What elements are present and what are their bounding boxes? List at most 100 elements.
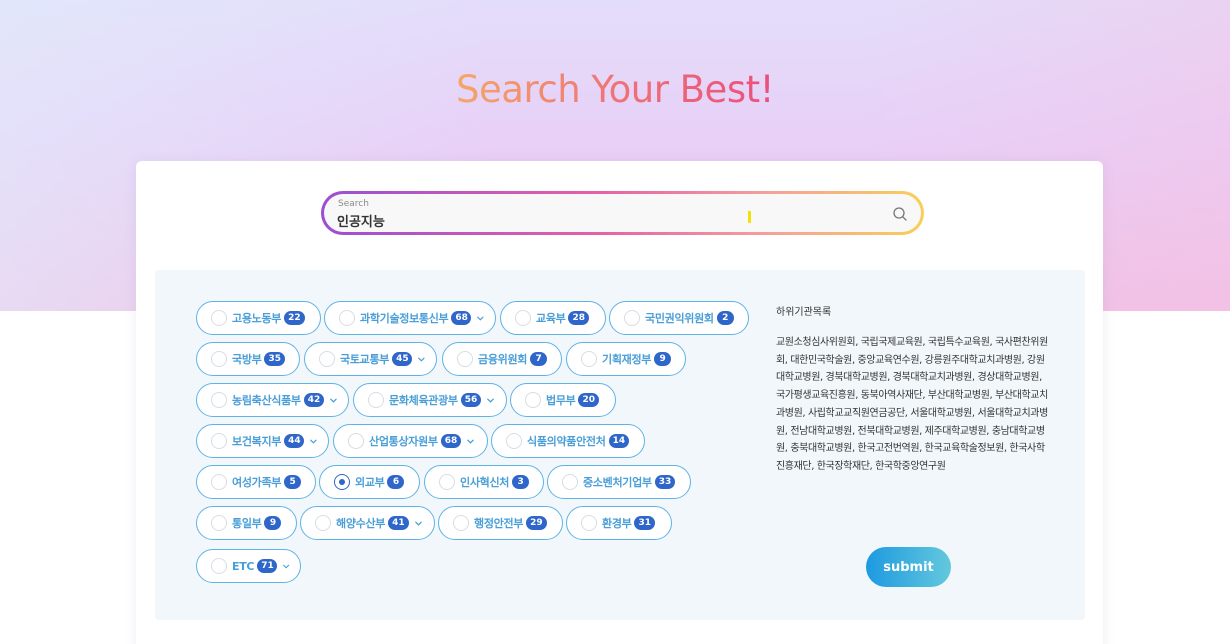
ministry-chip[interactable]: 국민권익위원회 2 [609,301,749,335]
chevron-down-icon[interactable] [329,396,338,405]
count-badge: 14 [608,434,630,448]
ministry-chip[interactable]: 통일부 9 [196,506,297,540]
search-icon[interactable] [892,206,908,222]
ministry-label: 환경부 [602,517,632,530]
ministry-radio[interactable] [562,474,578,490]
count-badge: 41 [388,516,409,530]
count-badge: 22 [284,311,305,325]
chevron-down-icon[interactable] [417,355,426,364]
count-badge: 68 [440,434,462,448]
chevron-down-icon[interactable] [414,519,423,528]
count-badge: 44 [284,434,305,448]
ministry-label: 외교부 [355,476,385,489]
ministry-radio[interactable] [368,392,384,408]
ministry-radio[interactable] [211,351,227,367]
submit-button[interactable]: submit [866,547,951,587]
ministry-radio[interactable] [624,310,640,326]
ministry-radio[interactable] [211,515,227,531]
count-badge: 42 [303,393,325,407]
sub-agency-title: 하위기관목록 [776,307,832,318]
ministry-chip[interactable]: 고용노동부 22 [196,301,321,335]
ministry-chip[interactable]: 교육부 28 [500,301,606,335]
count-badge: 2 [716,311,734,325]
count-badge: 7 [530,352,548,366]
ministry-label: 농림축산식품부 [232,394,301,407]
ministry-chip[interactable]: 보건복지부 44 [196,424,329,458]
ministry-chip[interactable]: 인사혁신처 3 [424,465,544,499]
ministry-label: 교육부 [536,312,566,325]
ministry-chip[interactable]: 문화체육관광부 56 [353,383,507,417]
chevron-down-icon[interactable] [486,396,495,405]
ministry-label: 국방부 [232,353,262,366]
search-label: Search [338,199,369,209]
count-badge: 6 [387,475,405,489]
ministry-label: 국민권익위원회 [645,312,714,325]
ministry-radio[interactable] [211,474,227,490]
ministry-chip[interactable]: 해양수산부 41 [300,506,435,540]
ministry-chip[interactable]: 농림축산식품부 42 [196,383,349,417]
ministry-radio[interactable] [334,474,350,490]
ministry-label: 과학기술정보통신부 [360,312,449,325]
ministry-label: 산업통상자원부 [369,435,438,448]
ministry-radio[interactable] [348,433,364,449]
ministry-chip[interactable]: 과학기술정보통신부 68 [324,301,496,335]
ministry-label: 법무부 [546,394,576,407]
search-input[interactable] [337,211,857,229]
ministry-radio[interactable] [581,515,597,531]
ministry-chip[interactable]: 산업통상자원부 68 [333,424,488,458]
sub-agency-list: 교원소청심사위원회, 국립국제교육원, 국립특수교육원, 국사편찬위원회, 대한… [776,337,1048,472]
ministry-label: 행정안전부 [474,517,524,530]
ministry-label: ETC [232,559,255,573]
ministry-label: 인사혁신처 [460,476,510,489]
ministry-chip[interactable]: 환경부 31 [566,506,672,540]
ministry-label: 고용노동부 [232,312,282,325]
hero-title: Search Your Best! [456,68,774,111]
ministry-radio[interactable] [457,351,473,367]
ministry-radio[interactable] [315,515,331,531]
ministry-radio[interactable] [439,474,455,490]
chevron-down-icon[interactable] [282,562,290,571]
ministry-radio[interactable] [319,351,335,367]
ministry-chip[interactable]: 금융위원회 7 [442,342,562,376]
count-badge: 20 [578,393,599,407]
count-badge: 29 [526,516,547,530]
ministry-radio[interactable] [211,558,227,574]
ministry-chip[interactable]: 여성가족부 5 [196,465,316,499]
ministry-radio[interactable] [581,351,597,367]
ministry-chip[interactable]: 중소벤처기업부 33 [547,465,691,499]
ministry-chip[interactable]: 기획재정부 9 [566,342,686,376]
count-badge: 9 [264,516,282,530]
ministry-radio[interactable] [453,515,469,531]
count-badge: 5 [284,475,302,489]
ministry-chip[interactable]: 행정안전부 29 [438,506,563,540]
ministry-label: 국토교통부 [340,353,390,366]
ministry-label: 식품의약품안전처 [527,435,606,448]
ministry-chip[interactable]: ETC 71 [196,549,301,583]
ministry-radio[interactable] [515,310,531,326]
chevron-down-icon[interactable] [466,437,475,446]
ministry-label: 보건복지부 [232,435,282,448]
count-badge: 68 [451,311,472,325]
count-badge: 3 [512,475,530,489]
ministry-radio[interactable] [211,310,227,326]
count-badge: 35 [264,352,285,366]
ministry-chip[interactable]: 식품의약품안전처 14 [491,424,645,458]
ministry-radio[interactable] [211,392,227,408]
ministry-radio[interactable] [525,392,541,408]
ministry-chip[interactable]: 국방부 35 [196,342,300,376]
search-box[interactable]: Search [321,191,924,235]
count-badge: 71 [257,559,277,573]
ministry-chip[interactable]: 법무부 20 [510,383,616,417]
ministry-chip[interactable]: 국토교통부 45 [304,342,437,376]
search-box-inner[interactable]: Search [324,194,921,232]
count-badge: 9 [654,352,672,366]
ministry-radio[interactable] [339,310,355,326]
ministry-chip[interactable]: 외교부 6 [319,465,420,499]
ministry-radio[interactable] [506,433,522,449]
chevron-down-icon[interactable] [309,437,318,446]
ministry-label: 기획재정부 [602,353,652,366]
chevron-down-icon[interactable] [476,314,485,323]
ministry-radio[interactable] [211,433,227,449]
ministry-label: 통일부 [232,517,262,530]
count-badge: 45 [392,352,413,366]
